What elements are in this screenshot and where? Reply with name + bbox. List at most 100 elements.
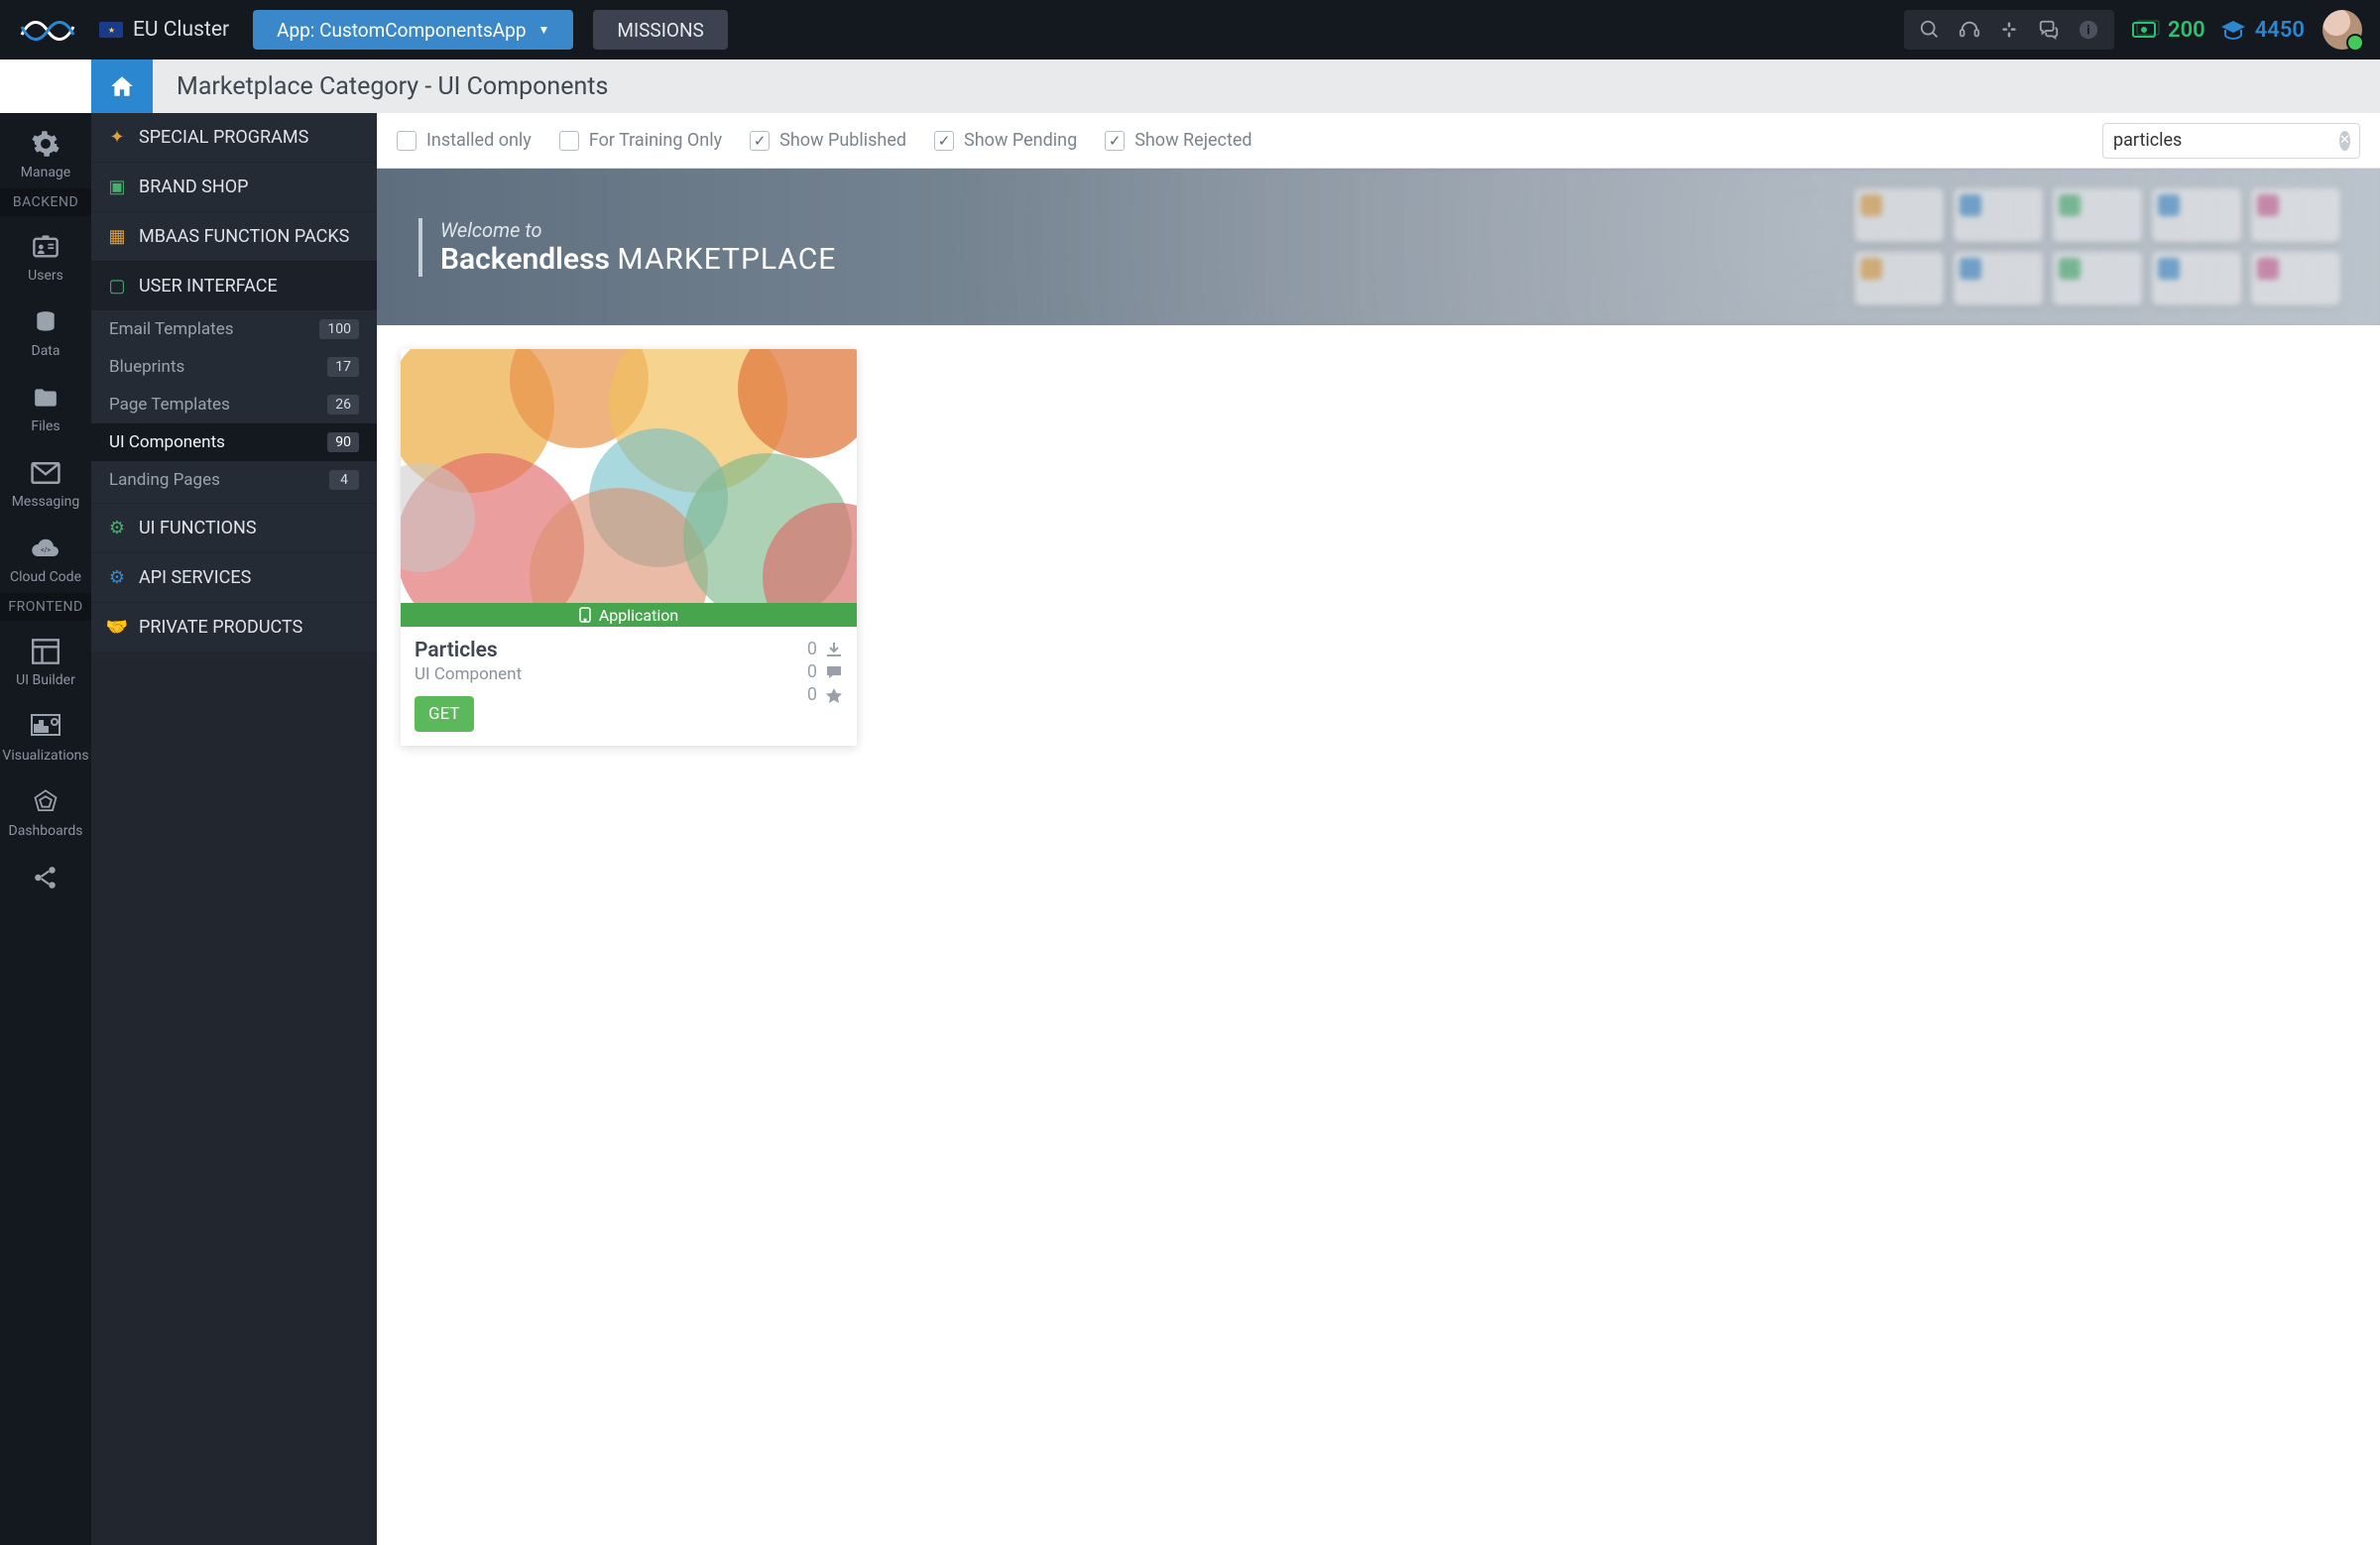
comments-count: 0 bbox=[807, 661, 817, 682]
cat-label: API SERVICES bbox=[139, 567, 251, 588]
handshake-icon: 🤝 bbox=[107, 618, 127, 638]
cat-private-products[interactable]: 🤝 PRIVATE PRODUCTS bbox=[91, 602, 377, 652]
package-icon: ▦ bbox=[107, 227, 127, 247]
subitem-page-templates[interactable]: Page Templates 26 bbox=[91, 386, 377, 423]
filter-installed-only[interactable]: Installed only bbox=[397, 130, 532, 151]
nav-data[interactable]: Data bbox=[0, 292, 91, 367]
subitem-count: 26 bbox=[327, 395, 359, 415]
chevron-down-icon: ▼ bbox=[538, 23, 550, 37]
get-button[interactable]: GET bbox=[415, 696, 474, 732]
cat-label: USER INTERFACE bbox=[139, 276, 278, 297]
nav-label: Data bbox=[0, 343, 91, 359]
subitem-ui-components[interactable]: UI Components 90 bbox=[91, 423, 377, 461]
cat-brand-shop[interactable]: ▣ BRAND SHOP bbox=[91, 162, 377, 211]
nav-dashboards[interactable]: Dashboards bbox=[0, 772, 91, 847]
chat-icon[interactable] bbox=[2029, 10, 2069, 50]
top-icon-tray: i bbox=[1904, 10, 2114, 50]
cat-special-programs[interactable]: ✦ SPECIAL PROGRAMS bbox=[91, 113, 377, 162]
home-button[interactable] bbox=[91, 59, 153, 113]
nav-more[interactable] bbox=[0, 847, 91, 894]
nav-label: Cloud Code bbox=[0, 569, 91, 585]
brand-logo[interactable] bbox=[18, 13, 77, 47]
ui-sublist: Email Templates 100 Blueprints 17 Page T… bbox=[91, 310, 377, 503]
subitem-blueprints[interactable]: Blueprints 17 bbox=[91, 348, 377, 386]
balance-indicator[interactable]: 200 bbox=[2132, 18, 2205, 43]
nav-messaging[interactable]: Messaging bbox=[0, 442, 91, 518]
cat-label: UI FUNCTIONS bbox=[139, 518, 257, 538]
cluster-selector[interactable]: ★ EU Cluster bbox=[99, 18, 229, 42]
cat-label: PRIVATE PRODUCTS bbox=[139, 617, 302, 638]
nav-ui-builder[interactable]: UI Builder bbox=[0, 621, 91, 696]
radar-chart-icon bbox=[0, 785, 91, 819]
search-field[interactable]: ✕ bbox=[2102, 123, 2360, 159]
checkbox-checked-icon bbox=[1105, 131, 1125, 151]
filter-bar: Installed only For Training Only Show Pu… bbox=[377, 113, 2380, 169]
product-type-label: Application bbox=[599, 606, 678, 625]
product-type-strip: Application bbox=[401, 603, 857, 627]
folder-icon bbox=[0, 381, 91, 415]
user-avatar[interactable] bbox=[2322, 10, 2362, 50]
cat-label: BRAND SHOP bbox=[139, 177, 248, 197]
nav-label: Users bbox=[0, 268, 91, 284]
mobile-icon bbox=[579, 607, 591, 623]
app-selector-label: App: CustomComponentsApp bbox=[277, 19, 526, 42]
subitem-landing-pages[interactable]: Landing Pages 4 bbox=[91, 461, 377, 499]
nav-files[interactable]: Files bbox=[0, 367, 91, 442]
nav-label: Dashboards bbox=[0, 823, 91, 839]
clear-search-icon[interactable]: ✕ bbox=[2339, 131, 2350, 151]
page-title: Marketplace Category - UI Components bbox=[177, 72, 608, 101]
product-name: Particles bbox=[415, 639, 807, 662]
subitem-label: Landing Pages bbox=[109, 470, 220, 490]
info-icon[interactable]: i bbox=[2069, 10, 2108, 50]
star-icon bbox=[825, 687, 843, 703]
filter-label: For Training Only bbox=[589, 130, 722, 151]
subitem-count: 17 bbox=[327, 357, 359, 377]
nav-label: Visualizations bbox=[0, 748, 91, 764]
cloud-code-icon: </> bbox=[0, 532, 91, 565]
filter-show-rejected[interactable]: Show Rejected bbox=[1105, 130, 1251, 151]
section-frontend-label: FRONTEND bbox=[0, 593, 91, 621]
cat-api-services[interactable]: ⚙ API SERVICES bbox=[91, 552, 377, 602]
eu-flag-icon: ★ bbox=[99, 22, 123, 38]
banner-title: Backendless MARKETPLACE bbox=[440, 242, 836, 277]
chart-dashboard-icon bbox=[0, 710, 91, 744]
search-icon[interactable] bbox=[1910, 10, 1950, 50]
cat-label: MBAAS FUNCTION PACKS bbox=[139, 226, 349, 247]
cat-user-interface[interactable]: ▢ USER INTERFACE bbox=[91, 261, 377, 310]
share-icon bbox=[0, 861, 91, 894]
checkbox-checked-icon bbox=[934, 131, 954, 151]
stars-count: 0 bbox=[807, 684, 817, 705]
nav-cloud-code[interactable]: </> Cloud Code bbox=[0, 518, 91, 593]
nav-manage[interactable]: Manage bbox=[0, 113, 91, 188]
banner-welcome: Welcome to bbox=[440, 218, 836, 242]
search-input[interactable] bbox=[2113, 130, 2339, 151]
product-card[interactable]: Application Particles UI Component GET 0… bbox=[401, 349, 857, 746]
graduation-cap-icon bbox=[2219, 19, 2247, 41]
slack-icon[interactable] bbox=[1989, 10, 2029, 50]
nav-users[interactable]: Users bbox=[0, 216, 91, 292]
left-nav-rail: Manage BACKEND Users Data Files Messagin… bbox=[0, 113, 91, 1545]
shop-icon: ▣ bbox=[107, 178, 127, 197]
checkbox-icon bbox=[559, 131, 579, 151]
subitem-count: 100 bbox=[319, 319, 359, 339]
filter-show-published[interactable]: Show Published bbox=[750, 130, 906, 151]
comment-icon bbox=[825, 664, 843, 680]
subitem-email-templates[interactable]: Email Templates 100 bbox=[91, 310, 377, 348]
svg-text:i: i bbox=[2086, 24, 2089, 39]
nav-visualizations[interactable]: Visualizations bbox=[0, 696, 91, 772]
missions-button[interactable]: MISSIONS bbox=[593, 10, 727, 50]
main-content: Installed only For Training Only Show Pu… bbox=[377, 113, 2380, 1545]
gear-icon bbox=[0, 127, 91, 161]
grad-points-indicator[interactable]: 4450 bbox=[2219, 18, 2305, 43]
cat-mbaas-function-packs[interactable]: ▦ MBAAS FUNCTION PACKS bbox=[91, 211, 377, 261]
app-selector-button[interactable]: App: CustomComponentsApp ▼ bbox=[253, 10, 573, 50]
support-icon[interactable] bbox=[1950, 10, 1989, 50]
category-sidebar: ✦ SPECIAL PROGRAMS ▣ BRAND SHOP ▦ MBAAS … bbox=[91, 113, 377, 1545]
filter-training-only[interactable]: For Training Only bbox=[559, 130, 722, 151]
nav-label: Files bbox=[0, 418, 91, 434]
cat-ui-functions[interactable]: ⚙ UI FUNCTIONS bbox=[91, 503, 377, 552]
filter-label: Show Published bbox=[779, 130, 906, 151]
filter-show-pending[interactable]: Show Pending bbox=[934, 130, 1077, 151]
nav-label: Messaging bbox=[0, 494, 91, 510]
subitem-label: Email Templates bbox=[109, 319, 234, 339]
